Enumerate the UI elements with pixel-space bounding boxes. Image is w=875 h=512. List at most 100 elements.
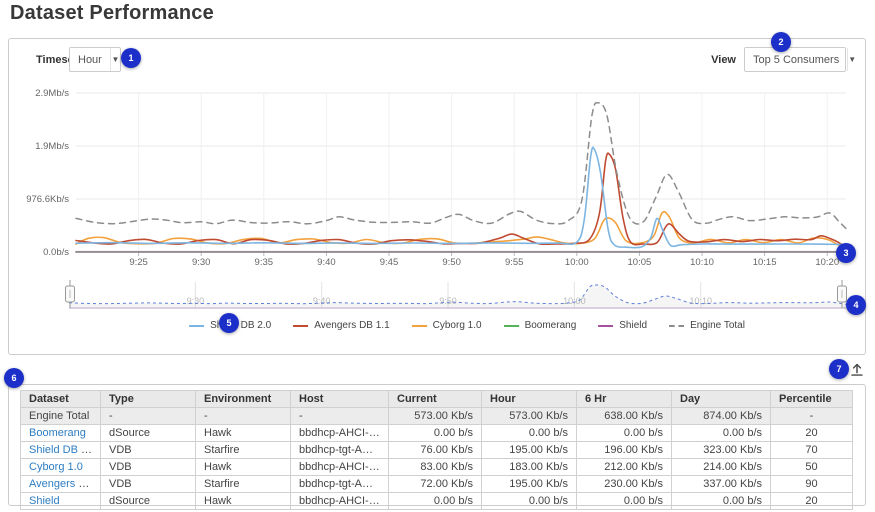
column-header-type[interactable]: Type — [101, 391, 196, 408]
x-axis-label: 9:25 — [129, 257, 148, 268]
performance-chart: 2.9Mb/s1.9Mb/s976.6Kb/s0.0b/s9:259:309:3… — [9, 39, 865, 352]
column-header-environment[interactable]: Environment — [196, 391, 291, 408]
table-cell: dSource — [101, 425, 196, 442]
table-cell: Hawk — [196, 459, 291, 476]
page-title: Dataset Performance — [10, 2, 214, 25]
table-cell: 323.00 Kb/s — [672, 442, 771, 459]
legend-label: Cyborg 1.0 — [433, 320, 482, 331]
table-cell: 195.00 Kb/s — [482, 442, 577, 459]
series-shield-db-2-0 — [76, 147, 846, 247]
navigator-line — [69, 285, 846, 304]
table-cell: 70 — [771, 442, 853, 459]
x-axis-label: 9:45 — [380, 257, 399, 268]
legend-swatch — [669, 325, 684, 327]
table-cell: 638.00 Kb/s — [577, 408, 672, 425]
dataset-link[interactable]: Boomerang — [29, 427, 86, 439]
column-header-hour[interactable]: Hour — [482, 391, 577, 408]
column-header-dataset[interactable]: Dataset — [21, 391, 101, 408]
y-axis-label: 1.9Mb/s — [35, 141, 69, 152]
dataset-link[interactable]: Shield DB 2.0 — [29, 444, 96, 456]
x-axis-label: 9:40 — [317, 257, 336, 268]
table-cell: 20 — [771, 493, 853, 510]
timescale-value: Hour — [70, 48, 110, 71]
navigator-area — [69, 285, 846, 308]
table-cell: Starfire — [196, 442, 291, 459]
chevron-down-icon: ▼ — [847, 48, 856, 71]
table-row-engine-total: Engine Total---573.00 Kb/s573.00 Kb/s638… — [21, 408, 853, 425]
timescale-select[interactable]: Hour ▼ — [69, 47, 121, 72]
annotation-badge-6: 6 — [4, 368, 24, 388]
table-cell: 76.00 Kb/s — [389, 442, 482, 459]
table-cell: - — [101, 408, 196, 425]
table-cell: - — [291, 408, 389, 425]
table-row-shield: Shield dSourceHawkbbdhcp-AHCI-585... 0.00 … — [21, 493, 853, 510]
legend-item-shield[interactable]: Shield — [598, 320, 647, 331]
view-label: View — [711, 54, 736, 66]
x-axis-label: 9:30 — [192, 257, 211, 268]
legend-swatch — [189, 325, 204, 327]
x-axis-label: 10:05 — [628, 257, 652, 268]
legend-swatch — [598, 325, 613, 327]
table-cell: 50 — [771, 459, 853, 476]
legend-item-boomerang[interactable]: Boomerang — [504, 320, 577, 331]
column-header-percentile[interactable]: Percentile — [771, 391, 853, 408]
legend-swatch — [412, 325, 427, 327]
column-header-day[interactable]: Day — [672, 391, 771, 408]
x-axis-label: 10:15 — [753, 257, 777, 268]
table-cell: 0.00 b/s — [577, 425, 672, 442]
table-cell: 214.00 Kb/s — [672, 459, 771, 476]
table-cell: VDB — [101, 442, 196, 459]
dataset-link[interactable]: Shield — [29, 495, 60, 507]
table-row-avengers-db-1-1: Avengers DB 1.1VDBStarfirebbdhcp-tgt-AHC… — [21, 476, 853, 493]
series-group — [76, 103, 846, 252]
table-cell: VDB — [101, 459, 196, 476]
x-axis-label: 10:00 — [565, 257, 589, 268]
table-cell: 0.00 b/s — [482, 493, 577, 510]
legend-label: Shield — [619, 320, 647, 331]
table-cell: Engine Total — [21, 408, 101, 425]
view-value: Top 5 Consumers — [745, 48, 847, 71]
export-button[interactable] — [848, 360, 866, 378]
legend-item-engine-total[interactable]: Engine Total — [669, 320, 745, 331]
x-axis-label: 9:50 — [442, 257, 461, 268]
dataset-link[interactable]: Avengers DB 1.1 — [29, 478, 101, 490]
table-cell: Hawk — [196, 493, 291, 510]
legend-swatch — [504, 325, 519, 327]
column-header-host[interactable]: Host — [291, 391, 389, 408]
x-axis-label: 9:55 — [505, 257, 524, 268]
annotation-badge-5: 5 — [219, 313, 239, 333]
legend-label: Engine Total — [690, 320, 745, 331]
table-cell: bbdhcp-AHCI-585... — [291, 459, 389, 476]
y-axis-label: 976.6Kb/s — [26, 194, 69, 205]
export-icon — [852, 365, 862, 376]
table-cell: 0.00 b/s — [482, 425, 577, 442]
y-axis-label: 2.9Mb/s — [35, 88, 69, 99]
table-row-shield-db-2-0: Shield DB 2.0 VDBStarfirebbdhcp-tgt-AHCI-… — [21, 442, 853, 459]
table-cell: bbdhcp-AHCI-585... — [291, 493, 389, 510]
table-cell: 573.00 Kb/s — [482, 408, 577, 425]
table-cell: bbdhcp-AHCI-585... — [291, 425, 389, 442]
legend-swatch — [293, 325, 308, 327]
dataset-link[interactable]: Cyborg 1.0 — [29, 461, 83, 473]
table-cell: dSource — [101, 493, 196, 510]
table-cell: 90 — [771, 476, 853, 493]
table-cell: 195.00 Kb/s — [482, 476, 577, 493]
column-header-current[interactable]: Current — [389, 391, 482, 408]
series-engine-total — [76, 103, 846, 229]
table-cell: 83.00 Kb/s — [389, 459, 482, 476]
table-cell: Starfire — [196, 476, 291, 493]
view-select[interactable]: Top 5 Consumers ▼ — [744, 47, 846, 72]
table-cell: - — [196, 408, 291, 425]
legend-item-avengers-db-1-1[interactable]: Avengers DB 1.1 — [293, 320, 389, 331]
annotation-badge-3: 3 — [836, 243, 856, 263]
table-cell: 0.00 b/s — [672, 425, 771, 442]
table-cell: VDB — [101, 476, 196, 493]
dataset-table: DatasetTypeEnvironmentHostCurrentHour6 H… — [20, 390, 853, 510]
table-cell: bbdhcp-tgt-AHCI-... — [291, 442, 389, 459]
table-cell: 212.00 Kb/s — [577, 459, 672, 476]
column-header-6-hr[interactable]: 6 Hr — [577, 391, 672, 408]
table-cell: 337.00 Kb/s — [672, 476, 771, 493]
legend-item-cyborg-1-0[interactable]: Cyborg 1.0 — [412, 320, 482, 331]
table-cell: 874.00 Kb/s — [672, 408, 771, 425]
x-axis-label: 10:10 — [690, 257, 714, 268]
